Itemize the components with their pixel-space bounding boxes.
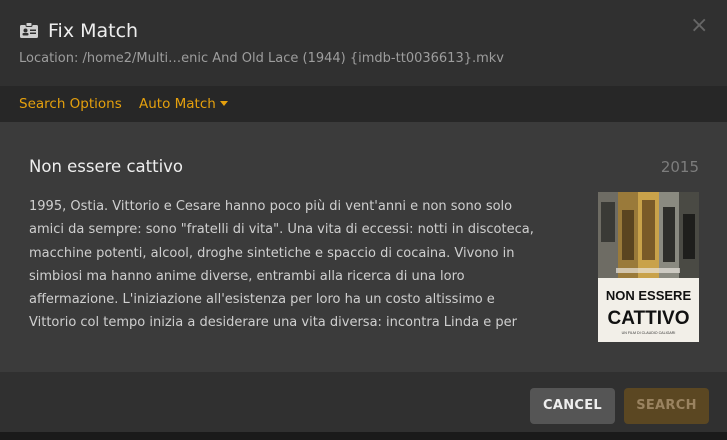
fix-match-dialog: Fix Match × Location: /home2/Multi…enic …: [0, 0, 727, 440]
poster-title-line1: NON ESSERE: [606, 288, 692, 303]
dialog-footer: CANCEL SEARCH: [0, 372, 727, 440]
id-card-icon: [19, 21, 39, 41]
result-title: Non essere cattivo: [29, 157, 184, 176]
result-year: 2015: [660, 158, 699, 176]
dialog-header: Fix Match × Location: /home2/Multi…enic …: [0, 0, 727, 86]
chevron-down-icon: [219, 101, 228, 106]
poster-credit: UN FILM DI CLAUDIO CALIGARI: [622, 331, 676, 335]
search-options-tab[interactable]: Search Options: [19, 96, 122, 112]
poster-title-line2: CATTIVO: [608, 308, 690, 329]
auto-match-label: Auto Match: [139, 96, 216, 112]
search-button[interactable]: SEARCH: [624, 388, 709, 424]
options-bar: Search Options Auto Match: [0, 86, 727, 122]
dialog-title: Fix Match: [48, 20, 139, 42]
match-result[interactable]: Non essere cattivo 2015 1995, Ostia. Vit…: [0, 122, 727, 372]
movie-poster: NON ESSERE CATTIVO UN FILM DI CLAUDIO CA…: [598, 192, 699, 342]
cancel-button[interactable]: CANCEL: [530, 388, 615, 424]
auto-match-dropdown[interactable]: Auto Match: [139, 96, 228, 112]
dialog-title-row: Fix Match: [19, 19, 138, 43]
file-location: Location: /home2/Multi…enic And Old Lace…: [19, 51, 504, 66]
background-edge: [0, 432, 727, 440]
result-summary: 1995, Ostia. Vittorio e Cesare hanno poc…: [29, 199, 534, 331]
close-icon[interactable]: ×: [690, 15, 708, 37]
